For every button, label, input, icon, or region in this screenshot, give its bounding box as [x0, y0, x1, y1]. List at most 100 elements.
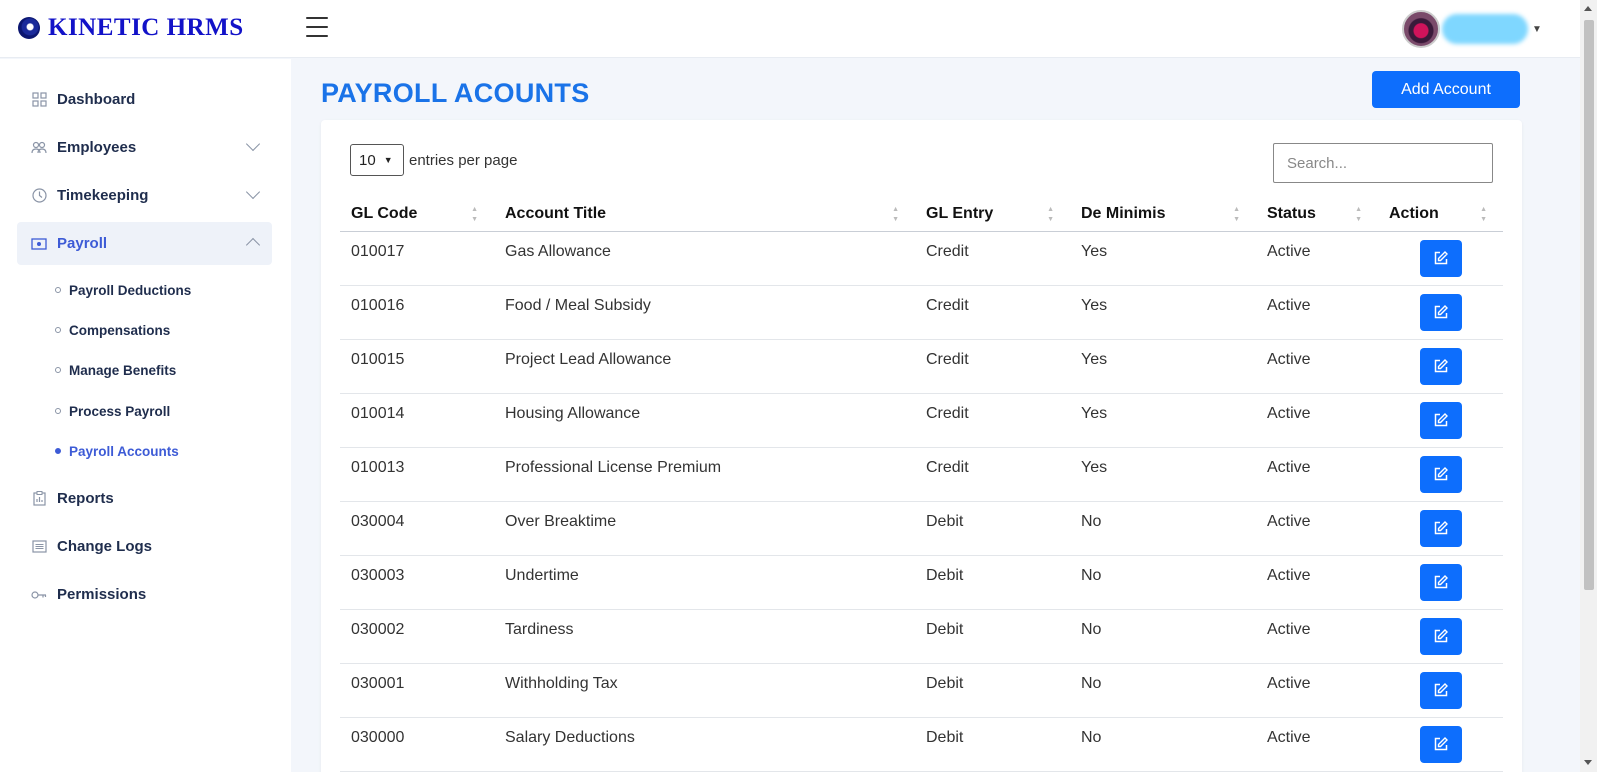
cell-gl-entry: Credit — [915, 285, 1070, 340]
sort-icon[interactable]: ▲ ▼ — [471, 205, 478, 225]
sidebar-item-employees[interactable]: Employees — [17, 126, 272, 169]
cell-account-title: Over Breaktime — [494, 501, 915, 556]
cell-gl-code: 010014 — [340, 393, 494, 448]
sidebar-item-label: Payroll — [57, 235, 108, 252]
scrollbar-thumb[interactable] — [1584, 20, 1594, 590]
edit-button[interactable] — [1419, 239, 1462, 277]
users-icon — [31, 140, 47, 156]
cell-action — [1378, 555, 1503, 610]
sidebar-subitem-manage-benefits[interactable]: Manage Benefits — [55, 359, 176, 381]
chevron-up-icon — [245, 237, 261, 253]
sidebar-subitem-payroll-accounts[interactable]: Payroll Accounts — [55, 440, 179, 462]
cell-account-title: Tardiness — [494, 609, 915, 664]
brand[interactable]: KINETIC HRMS — [18, 14, 244, 42]
brand-name: KINETIC HRMS — [48, 14, 244, 41]
sort-icon[interactable]: ▲ ▼ — [1355, 205, 1362, 225]
bullet-icon — [55, 367, 61, 373]
cell-gl-code: 030001 — [340, 663, 494, 718]
edit-button[interactable] — [1419, 401, 1462, 439]
cell-account-title: Undertime — [494, 555, 915, 610]
bullet-icon — [55, 327, 61, 333]
sidebar-subitem-payroll-deductions[interactable]: Payroll Deductions — [55, 279, 191, 301]
sidebar-subitem-label: Payroll Accounts — [69, 443, 179, 459]
cell-de-minimis: No — [1070, 663, 1256, 718]
column-header-account-title[interactable]: Account Title ▲ ▼ — [494, 198, 915, 232]
table-row: 010016 Food / Meal Subsidy Credit Yes Active — [340, 285, 1503, 340]
entries-select[interactable]: 10 ▼ — [350, 144, 404, 176]
edit-button[interactable] — [1419, 671, 1462, 709]
entries-per-page: 10 ▼ entries per page — [350, 144, 517, 176]
cell-gl-entry: Credit — [915, 447, 1070, 502]
sidebar-item-reports[interactable]: Reports — [17, 477, 272, 520]
cell-account-title: Professional License Premium — [494, 447, 915, 502]
cell-action — [1378, 339, 1503, 394]
search-input[interactable] — [1273, 143, 1493, 183]
edit-button[interactable] — [1419, 347, 1462, 385]
table-row: 010014 Housing Allowance Credit Yes Active — [340, 393, 1503, 448]
cell-account-title: Food / Meal Subsidy — [494, 285, 915, 340]
sidebar-item-label: Permissions — [57, 586, 147, 603]
sidebar-item-label: Reports — [57, 490, 114, 507]
add-account-button[interactable]: Add Account — [1372, 71, 1520, 108]
sidebar-item-label: Change Logs — [57, 538, 153, 555]
cell-gl-entry: Credit — [915, 393, 1070, 448]
column-header-action[interactable]: Action ▲ ▼ — [1378, 198, 1503, 232]
cell-action — [1378, 609, 1503, 664]
sidebar-item-payroll[interactable]: Payroll — [17, 222, 272, 265]
caret-down-icon[interactable]: ▼ — [1532, 24, 1542, 35]
entries-label: entries per page — [409, 151, 518, 169]
column-header-gl-code[interactable]: GL Code ▲ ▼ — [340, 198, 494, 232]
page-scrollbar[interactable] — [1580, 0, 1597, 772]
edit-button[interactable] — [1419, 455, 1462, 493]
bullet-icon — [55, 287, 61, 293]
menu-toggle-icon[interactable] — [306, 17, 328, 39]
clock-icon — [31, 188, 47, 204]
sort-icon[interactable]: ▲ ▼ — [1047, 205, 1054, 225]
cell-gl-entry: Credit — [915, 339, 1070, 394]
sort-icon[interactable]: ▲ ▼ — [892, 205, 899, 225]
cell-action — [1378, 501, 1503, 556]
column-header-gl-entry[interactable]: GL Entry ▲ ▼ — [915, 198, 1070, 232]
cell-account-title: Withholding Tax — [494, 663, 915, 718]
sort-icon[interactable]: ▲ ▼ — [1233, 205, 1240, 225]
column-header-status[interactable]: Status ▲ ▼ — [1256, 198, 1378, 232]
cell-account-title: Project Lead Allowance — [494, 339, 915, 394]
table-row: 010015 Project Lead Allowance Credit Yes Act… — [340, 339, 1503, 394]
edit-button[interactable] — [1419, 563, 1462, 601]
cell-gl-code: 010013 — [340, 447, 494, 502]
sidebar-item-label: Employees — [57, 139, 137, 156]
chevron-down-icon — [245, 136, 261, 152]
top-bar: KINETIC HRMS ▼ — [0, 0, 1580, 58]
edit-icon — [1434, 574, 1448, 588]
scroll-down-icon[interactable] — [1584, 760, 1592, 765]
sidebar-subitem-label: Process Payroll — [69, 403, 171, 419]
cell-gl-entry: Debit — [915, 717, 1070, 772]
table-row: 030002 Tardiness Debit No Active — [340, 609, 1503, 664]
edit-button[interactable] — [1419, 617, 1462, 655]
avatar[interactable] — [1402, 10, 1440, 48]
edit-button[interactable] — [1419, 509, 1462, 547]
scroll-up-icon[interactable] — [1584, 6, 1592, 11]
edit-button[interactable] — [1419, 293, 1462, 331]
table-row: 010017 Gas Allowance Credit Yes Active — [340, 231, 1503, 286]
table-header-row: GL Code ▲ ▼ Account Title ▲ ▼ GL Entry ▲ ▼ De … — [340, 198, 1503, 232]
user-menu[interactable]: ▼ — [1402, 10, 1542, 48]
edit-icon — [1434, 682, 1448, 696]
cell-action — [1378, 285, 1503, 340]
cell-gl-code: 010015 — [340, 339, 494, 394]
sidebar-item-label: Timekeeping — [57, 187, 149, 204]
sidebar-subitem-compensations[interactable]: Compensations — [55, 319, 170, 341]
bullet-icon — [55, 448, 61, 454]
column-header-de-minimis[interactable]: De Minimis ▲ ▼ — [1070, 198, 1256, 232]
sidebar-item-permissions[interactable]: Permissions — [17, 573, 272, 616]
sidebar-subitem-process-payroll[interactable]: Process Payroll — [55, 400, 170, 422]
cell-action — [1378, 663, 1503, 718]
cell-account-title: Housing Allowance — [494, 393, 915, 448]
cell-de-minimis: No — [1070, 609, 1256, 664]
sidebar-item-change-logs[interactable]: Change Logs — [17, 525, 272, 568]
sort-icon[interactable]: ▲ ▼ — [1480, 205, 1487, 225]
sidebar-item-timekeeping[interactable]: Timekeeping — [17, 174, 272, 217]
edit-button[interactable] — [1419, 725, 1462, 763]
sidebar-item-dashboard[interactable]: Dashboard — [17, 78, 272, 121]
username-redacted — [1442, 14, 1528, 44]
